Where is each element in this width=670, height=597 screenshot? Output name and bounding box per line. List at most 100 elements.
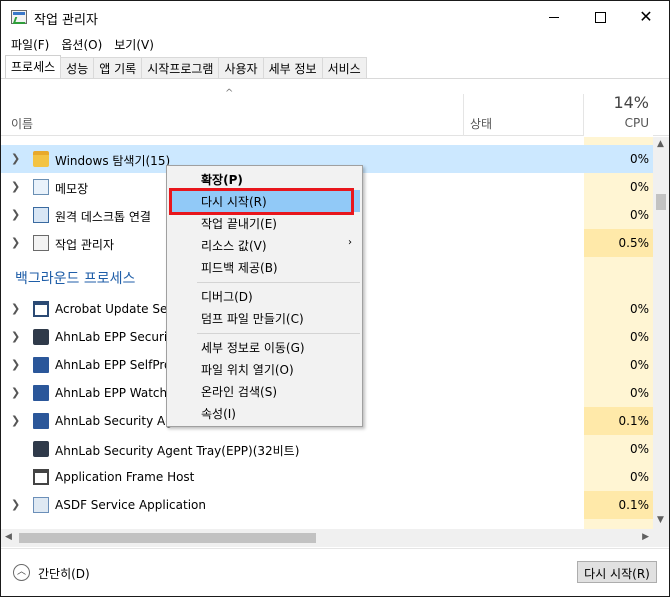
menu-bar: 파일(F) 옵션(O) 보기(V) xyxy=(1,33,669,55)
process-name: AhnLab EPP Security xyxy=(55,330,180,344)
minimize-icon xyxy=(549,16,559,18)
menu-item-resource-values[interactable]: 리소스 값(V) › xyxy=(169,234,360,256)
menu-view[interactable]: 보기(V) xyxy=(108,33,160,55)
process-cpu: 0.5% xyxy=(584,229,653,257)
expand-chevron-icon[interactable]: ❯ xyxy=(11,236,20,249)
expand-chevron-icon[interactable]: ❯ xyxy=(11,414,20,427)
horizontal-scrollbar[interactable]: ◀ ▶ xyxy=(1,529,653,547)
window-icon xyxy=(33,301,49,317)
menu-item-create-dump[interactable]: 덤프 파일 만들기(C) xyxy=(169,307,360,329)
scroll-right-icon[interactable]: ▶ xyxy=(642,532,649,542)
folder-icon xyxy=(33,151,49,167)
process-cpu: 0.1% xyxy=(584,407,653,435)
scrollbar-corner xyxy=(653,529,669,547)
vertical-scroll-thumb[interactable] xyxy=(656,194,666,210)
expand-chevron-icon[interactable]: ❯ xyxy=(11,358,20,371)
task-manager-icon xyxy=(33,235,49,251)
scroll-down-icon[interactable]: ▼ xyxy=(657,515,664,525)
process-name: Acrobat Update Serv xyxy=(55,302,180,316)
remote-desktop-icon xyxy=(33,207,49,223)
tab-startup[interactable]: 시작프로그램 xyxy=(141,57,220,78)
tab-processes[interactable]: 프로세스 xyxy=(5,55,62,78)
cpu-total-percent: 14% xyxy=(613,93,649,112)
sort-up-icon: ^ xyxy=(225,88,234,99)
tab-details[interactable]: 세부 정보 xyxy=(262,57,323,78)
column-status[interactable]: 상태 xyxy=(470,115,492,132)
app-frame-icon xyxy=(33,469,49,485)
process-row[interactable]: ❯ ASDF Service Application 0.1% xyxy=(1,491,653,519)
column-name[interactable]: 이름 xyxy=(11,115,33,132)
process-cpu: 0% xyxy=(629,470,649,484)
scroll-left-icon[interactable]: ◀ xyxy=(5,532,12,542)
process-name: ASDF Service Application xyxy=(55,498,206,512)
tab-services[interactable]: 서비스 xyxy=(321,57,367,78)
process-cpu: 0% xyxy=(629,330,649,344)
title-bar[interactable]: 작업 관리자 ✕ xyxy=(1,1,669,33)
process-name: Windows 탐색기(15) xyxy=(55,154,171,168)
menu-item-label: 리소스 값(V) xyxy=(201,239,267,253)
notepad-icon xyxy=(33,179,49,195)
process-name: 메모장 xyxy=(55,182,89,196)
ahnlab-icon xyxy=(33,329,49,345)
task-manager-window: 작업 관리자 ✕ 파일(F) 옵션(O) 보기(V) 프로세스 성능 앱 기록 … xyxy=(0,0,670,597)
process-cpu: 0% xyxy=(629,180,649,194)
expand-chevron-icon[interactable]: ❯ xyxy=(11,302,20,315)
menu-separator xyxy=(197,282,360,283)
menu-item-debug[interactable]: 디버그(D) xyxy=(169,285,360,307)
process-cpu: 0% xyxy=(629,358,649,372)
submenu-arrow-icon: › xyxy=(348,237,352,248)
service-icon xyxy=(33,413,49,429)
menu-item-open-file-location[interactable]: 파일 위치 열기(O) xyxy=(169,358,360,380)
menu-item-feedback[interactable]: 피드백 제공(B) xyxy=(169,256,360,278)
process-name: AhnLab EPP SelfProt xyxy=(55,358,177,372)
tab-app-history[interactable]: 앱 기록 xyxy=(93,57,143,78)
process-cpu: 0% xyxy=(629,442,649,456)
column-divider[interactable] xyxy=(463,94,464,136)
menu-item-go-to-details[interactable]: 세부 정보로 이동(G) xyxy=(169,336,360,358)
menu-options[interactable]: 옵션(O) xyxy=(55,33,108,55)
scroll-up-icon[interactable]: ▲ xyxy=(657,139,664,149)
horizontal-scroll-thumb[interactable] xyxy=(19,533,316,543)
vertical-scrollbar[interactable]: ▲ ▼ xyxy=(653,137,669,529)
process-cpu: 0% xyxy=(629,152,649,166)
menu-item-search-online[interactable]: 온라인 검색(S) xyxy=(169,380,360,402)
menu-item-end-task[interactable]: 작업 끝내기(E) xyxy=(169,212,360,234)
process-name: 작업 관리자 xyxy=(55,238,115,252)
process-name: Application Frame Host xyxy=(55,470,195,484)
process-name: AhnLab EPP WatchD xyxy=(55,386,177,400)
highlight-box xyxy=(169,188,354,215)
collapse-up-icon[interactable]: ︿ xyxy=(13,564,30,581)
fewer-details-link[interactable]: 간단히(D) xyxy=(38,565,90,582)
expand-chevron-icon[interactable]: ❯ xyxy=(11,330,20,343)
tab-bar: 프로세스 성능 앱 기록 시작프로그램 사용자 세부 정보 서비스 xyxy=(5,55,367,79)
task-manager-icon xyxy=(11,10,27,24)
restart-button[interactable]: 다시 시작(R) xyxy=(577,561,657,583)
close-button[interactable]: ✕ xyxy=(623,1,669,33)
process-cpu: 0% xyxy=(629,208,649,222)
column-cpu[interactable]: 14% CPU xyxy=(584,80,653,136)
expand-chevron-icon[interactable]: ❯ xyxy=(11,498,20,511)
maximize-button[interactable] xyxy=(577,1,623,33)
service-icon xyxy=(33,357,49,373)
ahnlab-icon xyxy=(33,441,49,457)
expand-chevron-icon[interactable]: ❯ xyxy=(11,386,20,399)
menu-separator xyxy=(197,333,360,334)
asdf-icon xyxy=(33,497,49,513)
expand-chevron-icon[interactable]: ❯ xyxy=(11,208,20,221)
menu-item-expand[interactable]: 확장(P) xyxy=(169,168,360,190)
tab-users[interactable]: 사용자 xyxy=(218,57,264,78)
tab-performance[interactable]: 성능 xyxy=(60,57,95,78)
menu-item-properties[interactable]: 속성(I) xyxy=(169,402,360,424)
process-name: 원격 데스크톱 연결 xyxy=(55,210,151,224)
process-cpu: 0% xyxy=(629,302,649,316)
minimize-button[interactable] xyxy=(531,1,577,33)
column-header: ^ 이름 상태 14% CPU xyxy=(1,80,669,136)
process-name: AhnLab Security Age xyxy=(55,414,181,428)
process-row[interactable]: AhnLab Security Agent Tray(EPP)(32비트) 0% xyxy=(1,435,653,463)
cpu-column-label: CPU xyxy=(624,116,649,130)
expand-chevron-icon[interactable]: ❯ xyxy=(11,152,20,165)
process-row[interactable]: Application Frame Host 0% xyxy=(1,463,653,491)
maximize-icon xyxy=(594,11,606,23)
menu-file[interactable]: 파일(F) xyxy=(5,33,55,55)
expand-chevron-icon[interactable]: ❯ xyxy=(11,180,20,193)
